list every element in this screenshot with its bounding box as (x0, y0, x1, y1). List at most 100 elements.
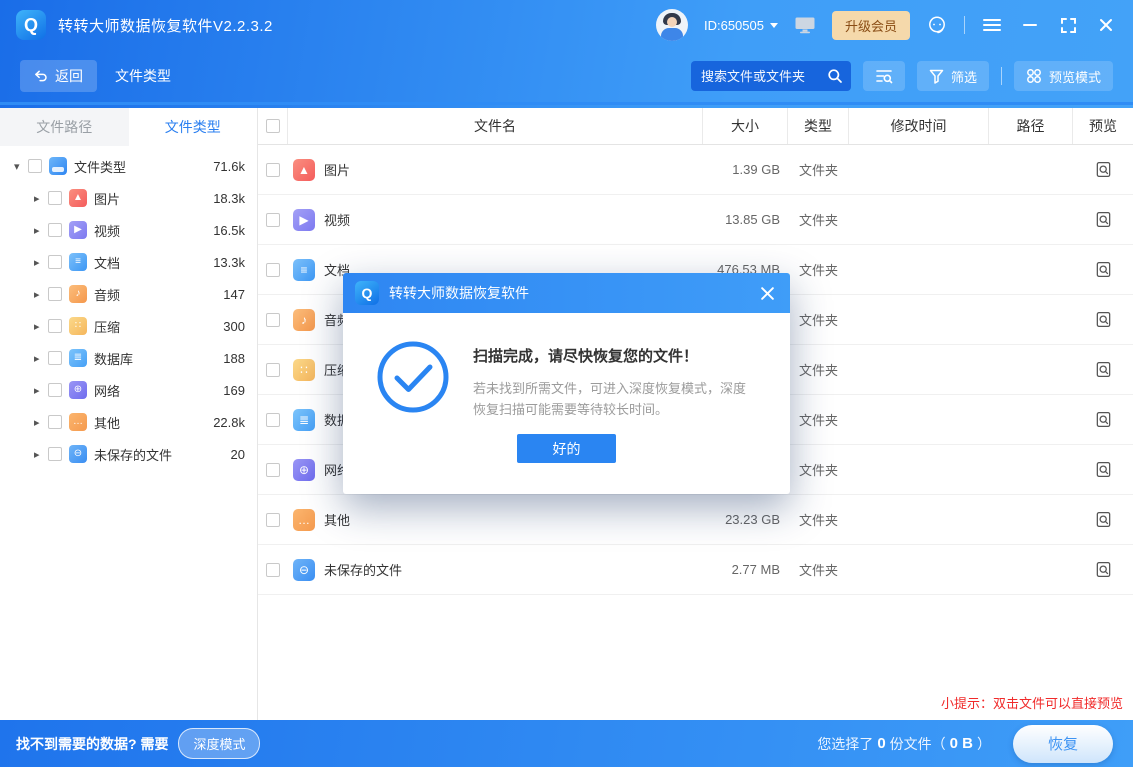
sidebar: 文件路径 文件类型 ▾ 文件类型 71.6k ▸ ▲ 图片 18.3k ▸ ▶ … (0, 108, 258, 720)
user-id-dropdown[interactable]: ID:650505 (704, 18, 778, 33)
toolbar: 返回 文件类型 筛选 预览模式 (0, 50, 1133, 105)
back-button[interactable]: 返回 (20, 60, 97, 92)
customer-support-icon[interactable] (926, 14, 948, 36)
expander-arrow-icon[interactable]: ▸ (34, 288, 48, 301)
sidebar-tree-item[interactable]: ▸ … 其他 22.8k (0, 406, 257, 438)
header-filename[interactable]: 文件名 (288, 108, 703, 144)
tree-item-checkbox[interactable] (28, 159, 42, 173)
expander-arrow-icon[interactable]: ▸ (34, 352, 48, 365)
tab-file-path[interactable]: 文件路径 (0, 108, 129, 146)
monitor-icon[interactable] (794, 16, 816, 34)
tree-item-checkbox[interactable] (48, 383, 62, 397)
table-row[interactable]: ▶ 视频 13.85 GB 文件夹 (258, 195, 1133, 245)
row-checkbox[interactable] (266, 413, 280, 427)
tip-text: 小提示：双击文件可以直接预览 (941, 693, 1123, 712)
row-checkbox[interactable] (266, 163, 280, 177)
preview-file-icon[interactable] (1073, 361, 1133, 378)
search-icon[interactable] (827, 68, 843, 84)
row-checkbox[interactable] (266, 313, 280, 327)
header-path[interactable]: 路径 (989, 108, 1073, 144)
table-row[interactable]: ▲ 图片 1.39 GB 文件夹 (258, 145, 1133, 195)
preview-file-icon[interactable] (1073, 461, 1133, 478)
preview-file-icon[interactable] (1073, 161, 1133, 178)
expander-arrow-icon[interactable]: ▸ (34, 256, 48, 269)
expander-arrow-icon[interactable]: ▸ (34, 416, 48, 429)
row-type: 文件夹 (788, 560, 849, 579)
row-size: 23.23 GB (703, 512, 788, 527)
sidebar-tree-item[interactable]: ▸ ▲ 图片 18.3k (0, 182, 257, 214)
upgrade-vip-button[interactable]: 升级会员 (832, 11, 910, 40)
minimize-button[interactable] (1019, 14, 1041, 36)
preview-file-icon[interactable] (1073, 411, 1133, 428)
tree-item-checkbox[interactable] (48, 191, 62, 205)
sidebar-tree-item[interactable]: ▸ ▶ 视频 16.5k (0, 214, 257, 246)
row-size: 1.39 GB (703, 162, 788, 177)
sidebar-tree-item[interactable]: ▸ ≡ 文档 13.3k (0, 246, 257, 278)
row-checkbox[interactable] (266, 463, 280, 477)
header-modified-time[interactable]: 修改时间 (849, 108, 989, 144)
sidebar-tabs: 文件路径 文件类型 (0, 108, 257, 146)
row-checkbox[interactable] (266, 263, 280, 277)
tree-item-checkbox[interactable] (48, 415, 62, 429)
sidebar-tree-item[interactable]: ▸ ⊕ 网络 169 (0, 374, 257, 406)
close-button[interactable] (1095, 14, 1117, 36)
select-all-checkbox[interactable] (266, 119, 280, 133)
preview-file-icon[interactable] (1073, 511, 1133, 528)
table-row[interactable]: … 其他 23.23 GB 文件夹 (258, 495, 1133, 545)
row-checkbox[interactable] (266, 513, 280, 527)
tree-item-checkbox[interactable] (48, 351, 62, 365)
zip-icon: ∷ (69, 317, 87, 335)
user-avatar[interactable] (656, 9, 688, 41)
expander-arrow-icon[interactable]: ▸ (34, 192, 48, 205)
header-size[interactable]: 大小 (703, 108, 788, 144)
sidebar-tree-item[interactable]: ▸ ⊖ 未保存的文件 20 (0, 438, 257, 470)
row-type: 文件夹 (788, 510, 849, 529)
preview-file-icon[interactable] (1073, 211, 1133, 228)
header-preview[interactable]: 预览 (1073, 108, 1133, 144)
dialog-close-icon[interactable] (756, 282, 778, 304)
expander-arrow-icon[interactable]: ▸ (34, 320, 48, 333)
tree-item-checkbox[interactable] (48, 255, 62, 269)
tree-item-checkbox[interactable] (48, 319, 62, 333)
row-type: 文件夹 (788, 310, 849, 329)
tree-item-checkbox[interactable] (48, 447, 62, 461)
expander-arrow-icon[interactable]: ▾ (14, 160, 28, 173)
row-checkbox[interactable] (266, 563, 280, 577)
doc-icon: ≡ (69, 253, 87, 271)
row-checkbox[interactable] (266, 213, 280, 227)
sidebar-tree-item[interactable]: ▸ ≣ 数据库 188 (0, 342, 257, 374)
tree-item-count: 18.3k (213, 191, 245, 206)
expander-arrow-icon[interactable]: ▸ (34, 448, 48, 461)
preview-file-icon[interactable] (1073, 311, 1133, 328)
folders-icon (49, 157, 67, 175)
preview-mode-button[interactable]: 预览模式 (1014, 61, 1113, 91)
preview-file-icon[interactable] (1073, 561, 1133, 578)
ok-button[interactable]: 好的 (517, 434, 616, 463)
preview-file-icon[interactable] (1073, 261, 1133, 278)
recover-button[interactable]: 恢复 (1013, 725, 1113, 763)
sidebar-tree-item[interactable]: ▾ 文件类型 71.6k (0, 150, 257, 182)
row-checkbox[interactable] (266, 363, 280, 377)
sidebar-tree-item[interactable]: ▸ ∷ 压缩 300 (0, 310, 257, 342)
tab-file-type[interactable]: 文件类型 (129, 108, 258, 146)
expander-arrow-icon[interactable]: ▸ (34, 224, 48, 237)
tree-item-checkbox[interactable] (48, 287, 62, 301)
maximize-button[interactable] (1057, 14, 1079, 36)
filter-button[interactable]: 筛选 (917, 61, 989, 91)
sidebar-tree-item[interactable]: ▸ ♪ 音频 147 (0, 278, 257, 310)
table-header: 文件名 大小 类型 修改时间 路径 预览 (258, 108, 1133, 145)
breadcrumb: 文件类型 (115, 66, 171, 86)
row-type: 文件夹 (788, 260, 849, 279)
expander-arrow-icon[interactable]: ▸ (34, 384, 48, 397)
header-type[interactable]: 类型 (788, 108, 849, 144)
menu-icon[interactable] (981, 14, 1003, 36)
divider (964, 16, 965, 34)
search-in-results-button[interactable] (863, 61, 905, 91)
deep-mode-button[interactable]: 深度模式 (178, 728, 260, 759)
unsaved-icon: ⊖ (69, 445, 87, 463)
audio-icon: ♪ (293, 309, 315, 331)
search-box[interactable] (691, 61, 851, 91)
table-row[interactable]: ⊖ 未保存的文件 2.77 MB 文件夹 (258, 545, 1133, 595)
search-input[interactable] (701, 69, 827, 84)
tree-item-checkbox[interactable] (48, 223, 62, 237)
